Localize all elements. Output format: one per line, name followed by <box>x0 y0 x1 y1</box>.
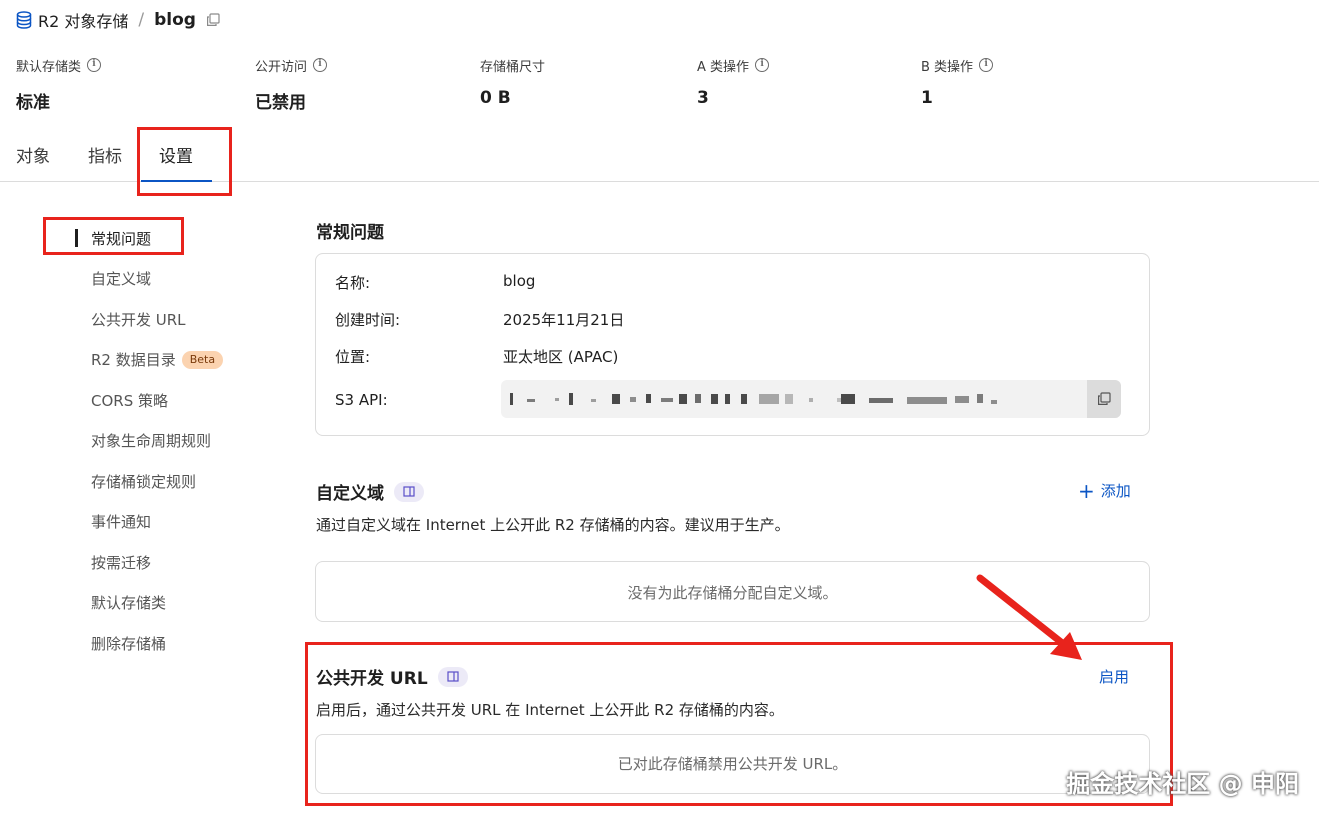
annotation-box-general <box>43 217 184 255</box>
section-title-general: 常规问题 <box>316 223 384 243</box>
sidenav-item-custom-domains[interactable]: 自定义域 <box>91 268 151 289</box>
info-icon[interactable]: i <box>313 58 328 72</box>
annotation-box-settings-tab <box>137 127 232 196</box>
tab-metrics[interactable]: 指标 <box>88 142 122 182</box>
section-title-custom-domain: 自定义域 <box>316 479 424 504</box>
stat-class-a-ops: A 类操作 i 3 <box>697 56 770 108</box>
add-custom-domain-button[interactable]: + 添加 <box>1078 480 1131 501</box>
info-icon[interactable]: i <box>979 58 994 72</box>
stat-value: 1 <box>921 88 933 108</box>
stat-value: 已禁用 <box>255 93 306 113</box>
sidenav-item-default-storage-class[interactable]: 默认存储类 <box>91 592 166 613</box>
s3-api-endpoint-field[interactable] <box>501 380 1121 418</box>
breadcrumb-parent-link[interactable]: R2 对象存储 <box>38 8 128 32</box>
stat-label: 公开访问 <box>255 59 308 75</box>
general-info-card: 名称: blog 创建时间: 2025年11月21日 位置: 亚太地区 (APA… <box>315 253 1150 436</box>
custom-domain-description: 通过自定义域在 Internet 上公开此 R2 存储桶的内容。建议用于生产。 <box>316 516 790 534</box>
sidenav-item-cors[interactable]: CORS 策略 <box>91 390 168 411</box>
stat-label: A 类操作 <box>697 59 750 75</box>
sidenav-item-bucket-lock[interactable]: 存储桶锁定规则 <box>91 471 196 492</box>
sidenav-item-event-notifications[interactable]: 事件通知 <box>91 511 151 532</box>
sidenav-item-sippy[interactable]: 按需迁移 <box>91 552 151 573</box>
stat-label: 存储桶尺寸 <box>480 59 546 75</box>
sidenav-item-public-dev-url[interactable]: 公共开发 URL <box>91 309 186 330</box>
row-label-location: 位置: <box>335 348 371 366</box>
stat-value: 0 B <box>480 88 511 108</box>
copy-icon[interactable] <box>206 13 220 27</box>
section-title-text: 自定义域 <box>316 484 384 504</box>
copy-icon <box>1098 392 1111 405</box>
database-icon <box>16 11 32 29</box>
info-icon[interactable]: i <box>755 58 770 72</box>
stat-public-access: 公开访问 i 已禁用 <box>255 56 328 113</box>
beta-badge: Beta <box>181 350 224 369</box>
watermark: 掘金技术社区 @ 申阳 <box>1066 770 1299 798</box>
doc-icon[interactable] <box>394 481 424 502</box>
sidenav-item-label: R2 数据目录 <box>91 351 176 369</box>
info-icon[interactable]: i <box>87 58 102 72</box>
stat-value: 3 <box>697 88 709 108</box>
stat-class-b-ops: B 类操作 i 1 <box>921 56 994 108</box>
plus-icon: + <box>1078 478 1095 503</box>
breadcrumb-current: blog <box>154 10 196 30</box>
row-value-location: 亚太地区 (APAC) <box>503 348 619 366</box>
copy-s3-api-button[interactable] <box>1087 380 1121 418</box>
add-label: 添加 <box>1100 482 1131 500</box>
breadcrumb-separator: / <box>138 10 145 30</box>
row-value-name: blog <box>503 272 536 290</box>
row-label-s3-api: S3 API: <box>335 391 388 409</box>
breadcrumb: R2 对象存储 / blog <box>16 8 220 32</box>
sidenav-item-lifecycle[interactable]: 对象生命周期规则 <box>91 430 211 451</box>
sidenav-item-delete-bucket[interactable]: 删除存储桶 <box>91 633 166 654</box>
row-value-created: 2025年11月21日 <box>503 311 625 329</box>
stat-label: 默认存储类 <box>16 59 82 75</box>
stat-bucket-size: 存储桶尺寸 0 B <box>480 56 546 109</box>
row-label-created: 创建时间: <box>335 311 401 329</box>
stat-value: 标准 <box>16 93 50 113</box>
stat-label: B 类操作 <box>921 59 974 75</box>
sidenav-item-data-catalog[interactable]: R2 数据目录 Beta <box>91 349 224 370</box>
tab-objects[interactable]: 对象 <box>16 142 50 182</box>
annotation-arrow-icon <box>976 574 1082 660</box>
row-label-name: 名称: <box>335 274 371 292</box>
stat-default-storage-class: 默认存储类 i 标准 <box>16 56 102 113</box>
